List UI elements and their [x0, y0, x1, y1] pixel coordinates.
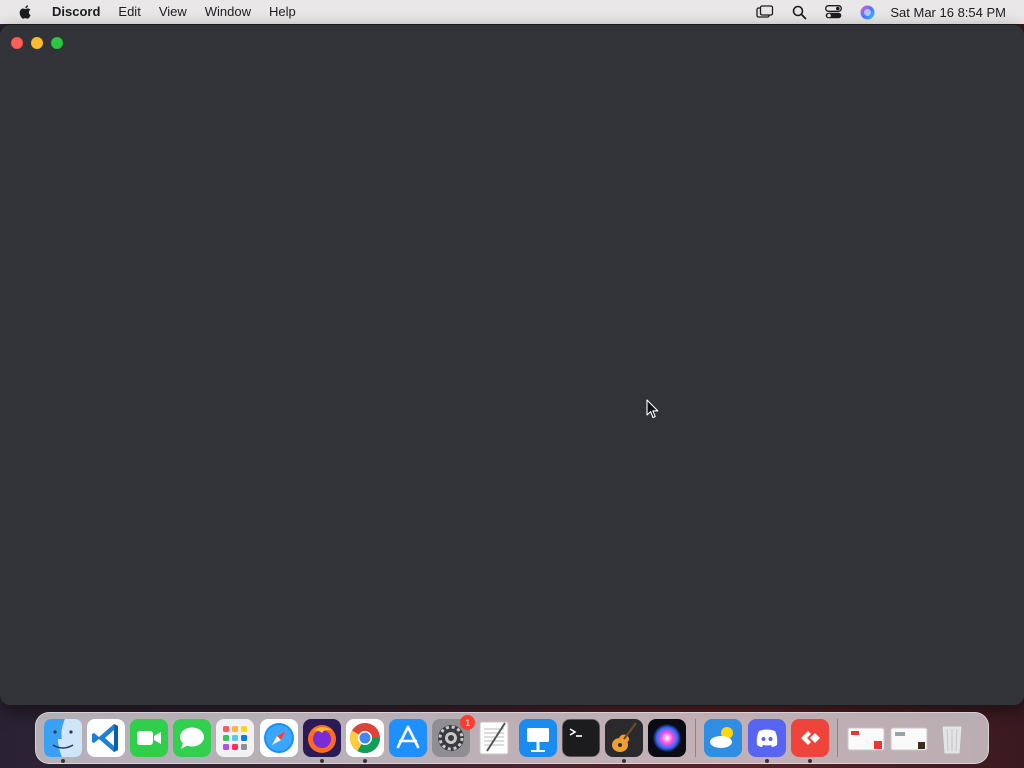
menu-bar: Discord Edit View Window Help Sat Mar 16…	[0, 0, 1024, 24]
window-minimize-button[interactable]	[31, 37, 43, 49]
dock-separator	[837, 719, 839, 757]
dock-separator	[694, 719, 696, 757]
dock-recent-document-1[interactable]	[847, 719, 885, 757]
running-indicator	[807, 759, 812, 763]
trash-icon	[941, 725, 963, 755]
dock-textedit[interactable]	[475, 719, 513, 757]
textedit-icon	[479, 721, 509, 755]
dock-trash[interactable]	[933, 719, 971, 757]
anydesk-icon	[790, 719, 829, 757]
running-indicator	[362, 759, 367, 763]
finder-icon	[43, 719, 82, 757]
dock-weather[interactable]	[704, 719, 743, 757]
firefox-icon	[302, 719, 341, 757]
window-controls	[11, 37, 71, 49]
launchpad-icon	[216, 719, 255, 757]
dock-keynote[interactable]	[518, 719, 557, 757]
dock-discord[interactable]	[747, 719, 786, 763]
dock-anydesk[interactable]	[790, 719, 829, 763]
app-store-icon	[389, 719, 428, 757]
dock-terminal[interactable]	[561, 719, 600, 757]
facetime-icon	[129, 719, 168, 757]
control-center-icon[interactable]	[824, 4, 842, 20]
status-area: Sat Mar 16 8:54 PM	[740, 0, 1006, 24]
chrome-icon	[345, 719, 384, 757]
discord-icon	[747, 719, 786, 757]
dock-vscode[interactable]	[86, 719, 125, 757]
menu-edit[interactable]: Edit	[109, 0, 149, 24]
dock-chrome[interactable]	[345, 719, 384, 763]
dock-recent-document-2[interactable]	[890, 719, 928, 757]
messages-icon	[173, 719, 212, 757]
menu-app-name[interactable]: Discord	[48, 0, 109, 24]
weather-icon	[704, 719, 743, 757]
window-zoom-button[interactable]	[51, 37, 63, 49]
document-thumbnail-icon	[847, 727, 885, 751]
menu-window[interactable]: Window	[196, 0, 260, 24]
menu-clock[interactable]: Sat Mar 16 8:54 PM	[890, 5, 1006, 20]
safari-icon	[259, 719, 298, 757]
dock-finder[interactable]	[43, 719, 82, 763]
dock-siri[interactable]	[648, 719, 687, 757]
screen-mirroring-icon[interactable]	[756, 4, 774, 20]
running-indicator	[60, 759, 65, 763]
menu-view[interactable]: View	[150, 0, 196, 24]
guitar-icon	[605, 719, 644, 757]
window-close-button[interactable]	[11, 37, 23, 49]
siri-icon	[648, 719, 687, 757]
dock-garageband[interactable]	[605, 719, 644, 763]
running-indicator	[622, 759, 627, 763]
dock-system-settings[interactable]: 1	[432, 715, 476, 757]
notification-badge: 1	[460, 715, 476, 730]
menu-help[interactable]: Help	[260, 0, 305, 24]
dock: 1	[35, 712, 989, 764]
running-indicator	[319, 759, 324, 763]
dock-firefox[interactable]	[302, 719, 341, 763]
discord-window	[0, 25, 1024, 705]
dock-messages[interactable]	[173, 719, 212, 757]
dock-launchpad[interactable]	[216, 719, 255, 757]
dock-app-store[interactable]	[389, 719, 428, 757]
apple-menu-icon[interactable]	[18, 4, 34, 20]
vscode-icon	[86, 719, 125, 757]
running-indicator	[764, 759, 769, 763]
spotlight-search-icon[interactable]	[790, 4, 808, 20]
dock-facetime[interactable]	[129, 719, 168, 757]
dock-safari[interactable]	[259, 719, 298, 757]
siri-icon[interactable]	[858, 4, 876, 20]
keynote-icon	[518, 719, 557, 757]
terminal-icon	[561, 719, 600, 757]
document-thumbnail-icon	[890, 727, 928, 751]
mouse-pointer-icon	[646, 399, 659, 419]
